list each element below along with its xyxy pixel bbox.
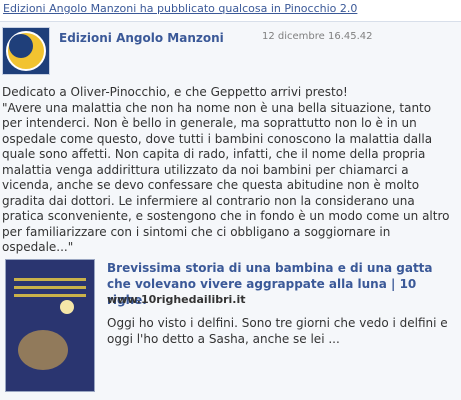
story-header-link[interactable]: Edizioni Angolo Manzoni ha pubblicato qu… xyxy=(3,2,357,15)
cover-stripe xyxy=(14,278,86,281)
message-dedication: Dedicato a Oliver-Pinocchio, e che Geppe… xyxy=(2,85,348,99)
logo-center xyxy=(9,34,33,58)
cover-stripe xyxy=(14,286,86,289)
author-avatar[interactable] xyxy=(2,27,50,75)
attachment-description: Oggi ho visto i delfini. Sono tre giorni… xyxy=(107,316,448,346)
attachment-source: www.10righedailibri.it xyxy=(107,293,246,306)
moon-icon xyxy=(60,300,74,314)
cover-illustration xyxy=(18,330,68,370)
post-timestamp[interactable]: 12 dicembre 16.45.42 xyxy=(262,31,373,42)
cover-stripe xyxy=(14,294,86,297)
attachment-thumbnail[interactable] xyxy=(5,259,95,392)
message-quote: "Avere una malattia che non ha nome non … xyxy=(2,100,450,255)
author-name-link[interactable]: Edizioni Angolo Manzoni xyxy=(59,31,224,45)
post-message: Dedicato a Oliver-Pinocchio, e che Geppe… xyxy=(2,85,454,256)
